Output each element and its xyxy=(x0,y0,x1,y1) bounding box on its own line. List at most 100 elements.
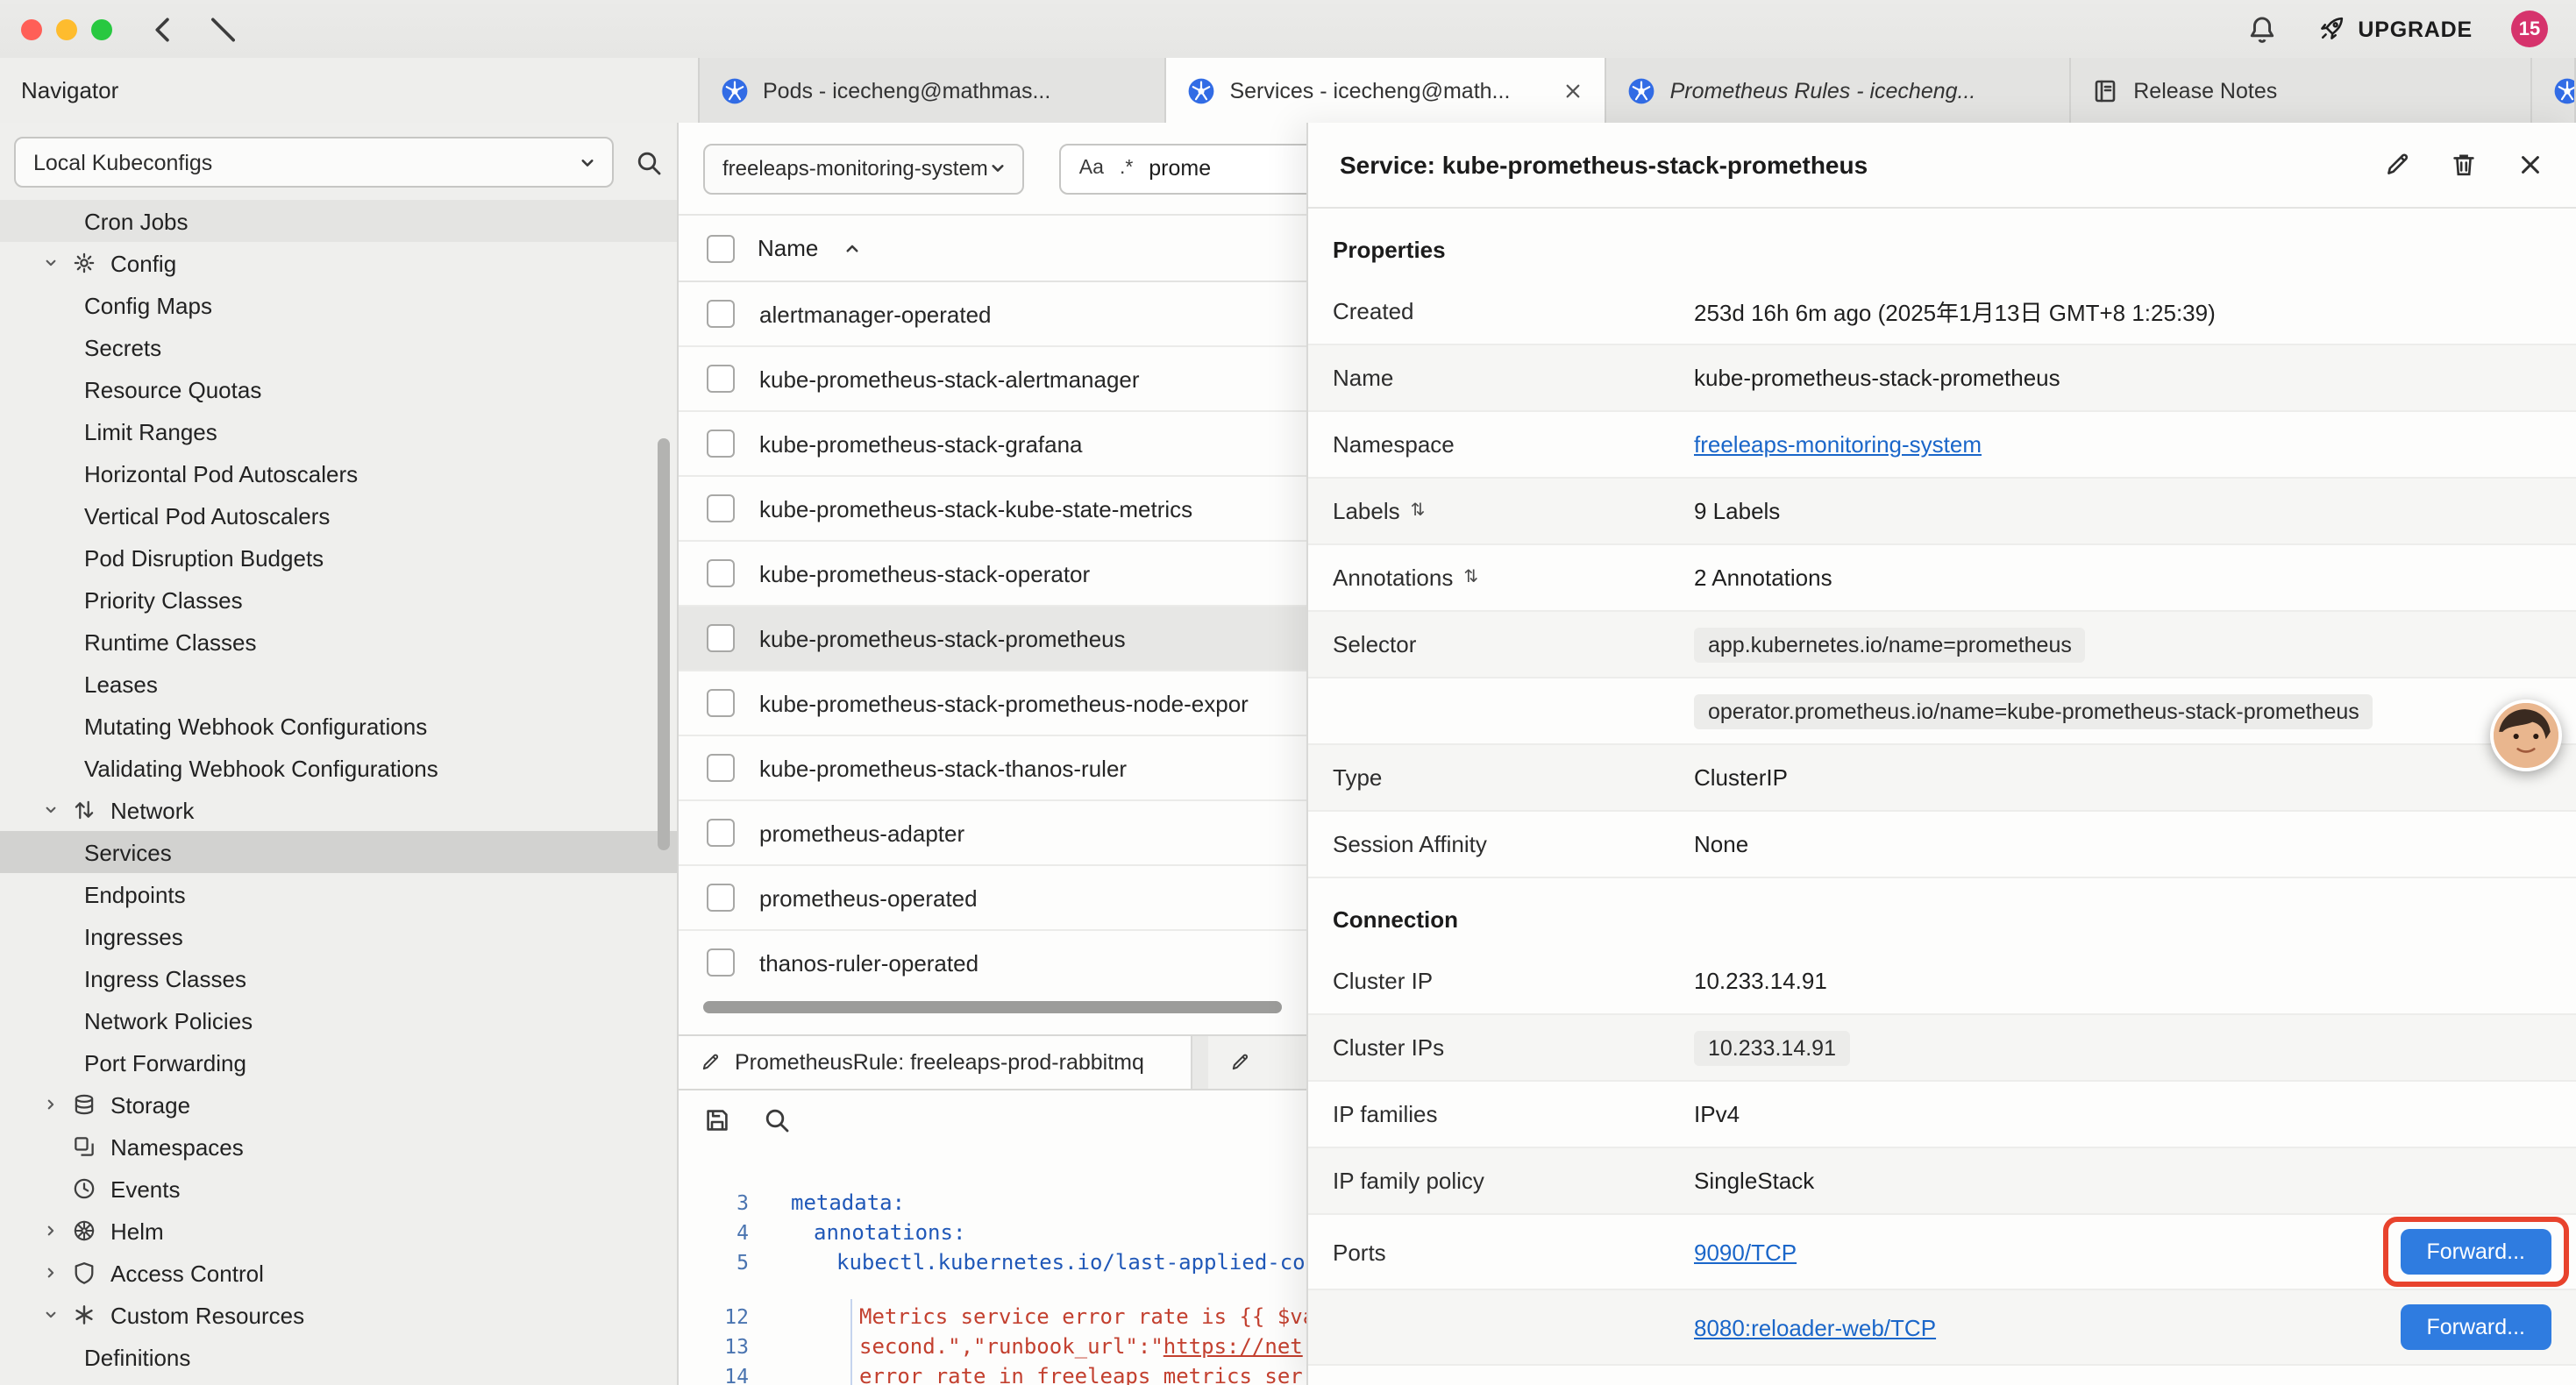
table-row-prometheus-adapter[interactable]: prometheus-adapter xyxy=(679,801,1306,866)
sidebar-item-resource-quotas[interactable]: Resource Quotas xyxy=(0,368,677,410)
back-icon[interactable] xyxy=(147,13,179,45)
link-9090-tcp[interactable]: 9090/TCP xyxy=(1694,1239,1797,1265)
row-checkbox[interactable] xyxy=(707,884,735,912)
row-checkbox[interactable] xyxy=(707,754,735,782)
sidebar-item-ingresses[interactable]: Ingresses xyxy=(0,915,677,957)
sidebar-item-helm[interactable]: Helm xyxy=(0,1210,677,1252)
tab-pods-icecheng-mathmas[interactable]: Pods - icecheng@mathmas... xyxy=(700,58,1166,123)
sidebar-item-network-policies[interactable]: Network Policies xyxy=(0,999,677,1041)
horizontal-scrollbar[interactable] xyxy=(703,1001,1282,1013)
notifications-bell-icon[interactable] xyxy=(2245,13,2277,45)
sidebar-item-priority-classes[interactable]: Priority Classes xyxy=(0,579,677,621)
tab-argo-se[interactable]: Argo Se xyxy=(2532,58,2576,123)
row-checkbox[interactable] xyxy=(707,430,735,458)
link-freeleaps-monitoring-system[interactable]: freeleaps-monitoring-system xyxy=(1694,431,1982,458)
row-checkbox[interactable] xyxy=(707,948,735,977)
sort-asc-icon[interactable] xyxy=(841,238,862,259)
sidebar-item-namespaces[interactable]: Namespaces xyxy=(0,1126,677,1168)
table-row-kube-prometheus-stack-operator[interactable]: kube-prometheus-stack-operator xyxy=(679,542,1306,607)
expand-toggle-icon[interactable]: ⇅ xyxy=(1463,568,1478,587)
row-checkbox[interactable] xyxy=(707,300,735,328)
line-number: 12 xyxy=(679,1303,770,1332)
sidebar-item-ingress-classes[interactable]: Ingress Classes xyxy=(0,957,677,999)
minimize-window-button[interactable] xyxy=(56,18,77,39)
chevron-down-icon[interactable] xyxy=(42,254,60,272)
upgrade-button[interactable]: UPGRADE xyxy=(2316,14,2473,44)
sidebar-search-icon[interactable] xyxy=(635,148,663,176)
table-row-kube-prometheus-stack-prometheus-node-expor[interactable]: kube-prometheus-stack-prometheus-node-ex… xyxy=(679,671,1306,736)
chevron-right-icon[interactable] xyxy=(42,1096,60,1113)
forward-button[interactable]: Forward... xyxy=(2400,1229,2551,1275)
match-case-toggle[interactable]: Aa xyxy=(1079,158,1104,179)
table-row-thanos-ruler-operated[interactable]: thanos-ruler-operated xyxy=(679,931,1306,977)
forward-icon[interactable] xyxy=(203,13,235,45)
sidebar-item-custom-resources[interactable]: Custom Resources xyxy=(0,1294,677,1336)
code-token: second.","runbook_url":" xyxy=(859,1334,1163,1359)
tab-release-notes[interactable]: Release Notes xyxy=(2070,58,2532,123)
sidebar-item-config-maps[interactable]: Config Maps xyxy=(0,284,677,326)
close-tab-icon[interactable] xyxy=(1563,80,1584,101)
select-all-checkbox[interactable] xyxy=(707,234,735,262)
chevron-right-icon[interactable] xyxy=(42,1222,60,1239)
chevron-down-icon[interactable] xyxy=(42,1306,60,1324)
row-checkbox[interactable] xyxy=(707,494,735,522)
sidebar-scrollbar[interactable] xyxy=(658,438,670,850)
sidebar-item-cron-jobs[interactable]: Cron Jobs xyxy=(0,200,677,242)
edit-icon[interactable] xyxy=(2383,151,2411,179)
zoom-window-button[interactable] xyxy=(91,18,112,39)
row-checkbox[interactable] xyxy=(707,819,735,847)
editor-tab-partial[interactable] xyxy=(1209,1036,1306,1089)
column-header-name[interactable]: Name xyxy=(758,235,818,261)
table-row-prometheus-operated[interactable]: prometheus-operated xyxy=(679,866,1306,931)
close-window-button[interactable] xyxy=(21,18,42,39)
editor-search-icon[interactable] xyxy=(763,1106,791,1134)
sidebar-item-events[interactable]: Events xyxy=(0,1168,677,1210)
property-label: Selector xyxy=(1333,631,1694,657)
sidebar-item-network[interactable]: Network xyxy=(0,789,677,831)
sidebar-item-validating-webhook-configurations[interactable]: Validating Webhook Configurations xyxy=(0,747,677,789)
chevron-right-icon[interactable] xyxy=(42,1264,60,1282)
sidebar-item-access-control[interactable]: Access Control xyxy=(0,1252,677,1294)
row-checkbox[interactable] xyxy=(707,559,735,587)
table-row-alertmanager-operated[interactable]: alertmanager-operated xyxy=(679,282,1306,347)
delete-icon[interactable] xyxy=(2450,151,2478,179)
close-panel-icon[interactable] xyxy=(2516,151,2544,179)
sidebar-item-storage[interactable]: Storage xyxy=(0,1083,677,1126)
sidebar-item-secrets[interactable]: Secrets xyxy=(0,326,677,368)
notification-badge[interactable]: 15 xyxy=(2511,11,2548,47)
sidebar-item-mutating-webhook-configurations[interactable]: Mutating Webhook Configurations xyxy=(0,705,677,747)
table-row-kube-prometheus-stack-grafana[interactable]: kube-prometheus-stack-grafana xyxy=(679,412,1306,477)
sidebar-item-config[interactable]: Config xyxy=(0,242,677,284)
namespace-selector[interactable]: freeleaps-monitoring-system xyxy=(703,143,1025,194)
tab-services-icecheng-math[interactable]: Services - icecheng@math... xyxy=(1166,58,1606,124)
table-row-kube-prometheus-stack-alertmanager[interactable]: kube-prometheus-stack-alertmanager xyxy=(679,347,1306,412)
row-checkbox[interactable] xyxy=(707,365,735,393)
row-checkbox[interactable] xyxy=(707,689,735,717)
sidebar-item-runtime-classes[interactable]: Runtime Classes xyxy=(0,621,677,663)
sidebar-item-horizontal-pod-autoscalers[interactable]: Horizontal Pod Autoscalers xyxy=(0,452,677,494)
table-row-kube-prometheus-stack-thanos-ruler[interactable]: kube-prometheus-stack-thanos-ruler xyxy=(679,736,1306,801)
save-icon[interactable] xyxy=(703,1106,731,1134)
sidebar-item-vertical-pod-autoscalers[interactable]: Vertical Pod Autoscalers xyxy=(0,494,677,536)
chevron-down-icon[interactable] xyxy=(42,801,60,819)
property-row-ports: Ports9090/TCPForward... xyxy=(1308,1215,2576,1290)
link-8080-reloader-web-tcp[interactable]: 8080:reloader-web/TCP xyxy=(1694,1314,1936,1340)
table-row-kube-prometheus-stack-prometheus[interactable]: kube-prometheus-stack-prometheus xyxy=(679,607,1306,671)
sidebar-item-definitions[interactable]: Definitions xyxy=(0,1336,677,1378)
kubeconfig-selector[interactable]: Local Kubeconfigs xyxy=(14,137,614,188)
sidebar-item-limit-ranges[interactable]: Limit Ranges xyxy=(0,410,677,452)
sidebar-item-pod-disruption-budgets[interactable]: Pod Disruption Budgets xyxy=(0,536,677,579)
sidebar-item-services[interactable]: Services xyxy=(0,831,677,873)
filter-input[interactable]: Aa .* prome xyxy=(1060,143,1306,194)
editor-code[interactable]: 3metadata:4annotations:5kubectl.kubernet… xyxy=(679,1150,1306,1385)
row-checkbox[interactable] xyxy=(707,624,735,652)
sidebar-item-port-forwarding[interactable]: Port Forwarding xyxy=(0,1041,677,1083)
table-row-kube-prometheus-stack-kube-state-metrics[interactable]: kube-prometheus-stack-kube-state-metrics xyxy=(679,477,1306,542)
sidebar-item-endpoints[interactable]: Endpoints xyxy=(0,873,677,915)
forward-button[interactable]: Forward... xyxy=(2400,1304,2551,1350)
tab-prometheus-rules-icecheng[interactable]: Prometheus Rules - icecheng... xyxy=(1607,58,2071,123)
expand-toggle-icon[interactable]: ⇅ xyxy=(1411,501,1426,521)
sidebar-item-leases[interactable]: Leases xyxy=(0,663,677,705)
regex-toggle[interactable]: .* xyxy=(1120,158,1133,179)
editor-tab-prometheusrule[interactable]: PrometheusRule: freeleaps-prod-rabbitmq xyxy=(679,1036,1193,1089)
